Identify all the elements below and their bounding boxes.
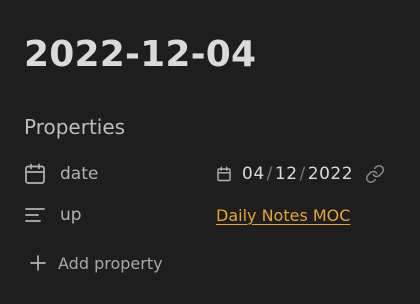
add-property-label: Add property	[58, 253, 163, 273]
property-row-up: up Daily Notes MOC	[20, 199, 410, 231]
properties-heading[interactable]: Properties	[24, 113, 125, 141]
property-key-label: date	[60, 164, 99, 184]
property-key-up[interactable]: up	[20, 199, 200, 231]
date-day[interactable]: 04	[242, 164, 265, 184]
property-key-date[interactable]: date	[20, 158, 200, 190]
plus-icon	[28, 253, 48, 273]
property-value-up: Daily Notes MOC	[216, 199, 350, 231]
date-month[interactable]: 12	[275, 164, 298, 184]
text-lines-icon	[23, 203, 47, 227]
date-input[interactable]: 04/12/2022	[242, 164, 353, 184]
calendar-icon	[23, 162, 47, 186]
date-separator: /	[299, 164, 306, 184]
property-row-date: date 04/12/2022	[20, 158, 410, 190]
date-year[interactable]: 2022	[308, 164, 353, 184]
property-key-label: up	[60, 205, 82, 225]
internal-link[interactable]: Daily Notes MOC	[216, 206, 350, 225]
add-property-button[interactable]: Add property	[28, 248, 163, 278]
link-icon[interactable]	[365, 164, 385, 184]
property-value-date[interactable]: 04/12/2022	[216, 158, 385, 190]
date-separator: /	[266, 164, 273, 184]
note-title[interactable]: 2022-12-04	[24, 30, 256, 80]
calendar-small-icon	[216, 165, 234, 183]
